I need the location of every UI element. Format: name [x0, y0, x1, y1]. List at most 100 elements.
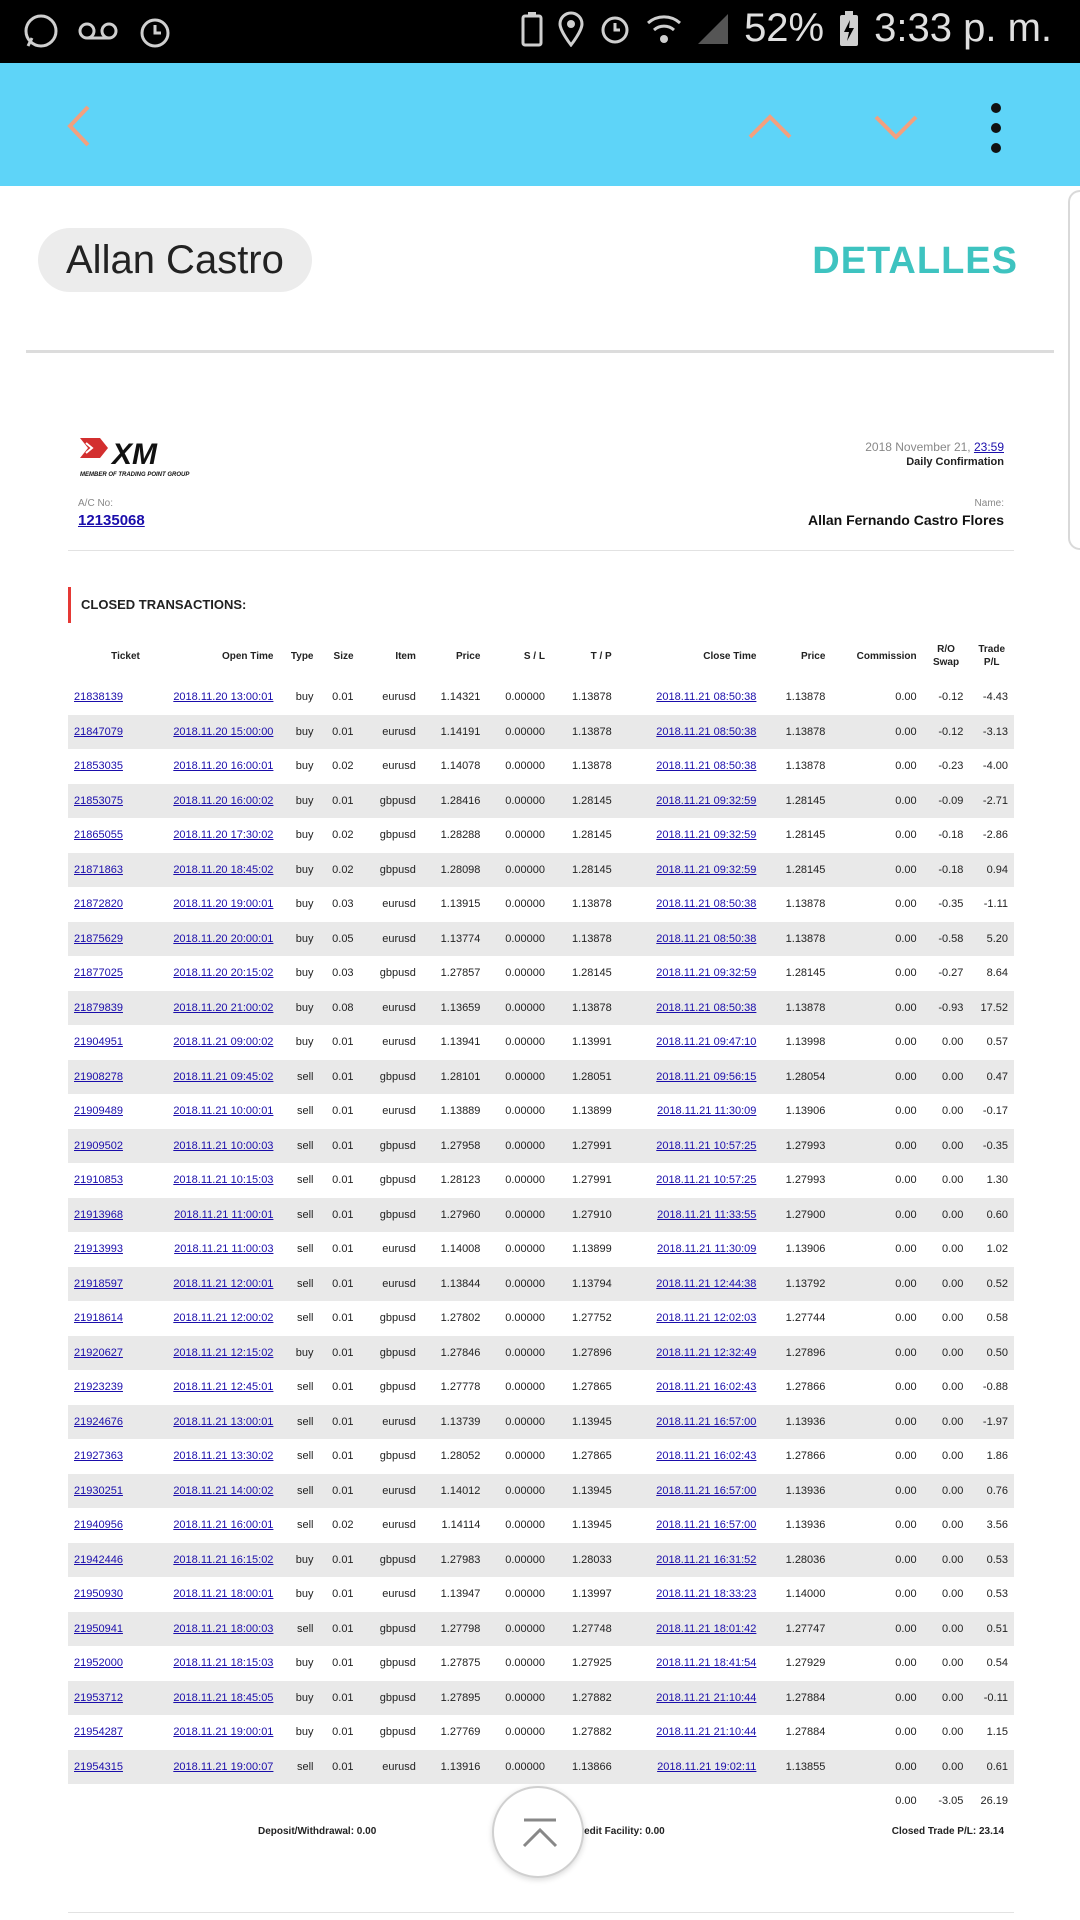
- time-link[interactable]: 2018.11.21 18:45:05: [173, 1692, 273, 1704]
- ticket-link[interactable]: 21930251: [74, 1485, 123, 1497]
- time-link[interactable]: 2018.11.21 18:33:23: [656, 1588, 756, 1600]
- details-button[interactable]: DETALLES: [812, 240, 1018, 283]
- time-link[interactable]: 2018.11.21 12:02:03: [656, 1312, 756, 1324]
- document-time-link[interactable]: 23:59: [974, 440, 1004, 454]
- time-link[interactable]: 2018.11.21 10:15:03: [173, 1174, 273, 1186]
- time-link[interactable]: 2018.11.21 21:10:44: [656, 1726, 756, 1738]
- ticket-link[interactable]: 21872820: [74, 898, 123, 910]
- time-link[interactable]: 2018.11.21 08:50:38: [656, 1002, 756, 1014]
- ticket-link[interactable]: 21871863: [74, 864, 123, 876]
- ticket-link[interactable]: 21924676: [74, 1416, 123, 1428]
- time-link[interactable]: 2018.11.21 16:15:02: [173, 1554, 273, 1566]
- time-link[interactable]: 2018.11.21 16:57:00: [656, 1519, 756, 1531]
- time-link[interactable]: 2018.11.21 09:32:59: [656, 864, 756, 876]
- time-link[interactable]: 2018.11.21 09:00:02: [173, 1036, 273, 1048]
- ticket-link[interactable]: 21853075: [74, 795, 123, 807]
- time-link[interactable]: 2018.11.21 21:10:44: [656, 1692, 756, 1704]
- time-link[interactable]: 2018.11.21 12:45:01: [173, 1381, 273, 1393]
- ticket-link[interactable]: 21950930: [74, 1588, 123, 1600]
- ticket-link[interactable]: 21920627: [74, 1347, 123, 1359]
- ticket-link[interactable]: 21908278: [74, 1071, 123, 1083]
- ticket-link[interactable]: 21879839: [74, 1002, 123, 1014]
- ticket-link[interactable]: 21927363: [74, 1450, 123, 1462]
- time-link[interactable]: 2018.11.21 13:30:02: [173, 1450, 273, 1462]
- time-link[interactable]: 2018.11.21 18:00:01: [173, 1588, 273, 1600]
- ticket-link[interactable]: 21865055: [74, 829, 123, 841]
- time-link[interactable]: 2018.11.21 19:00:07: [173, 1761, 273, 1773]
- time-link[interactable]: 2018.11.20 16:00:01: [173, 760, 273, 772]
- time-link[interactable]: 2018.11.20 16:00:02: [173, 795, 273, 807]
- ticket-link[interactable]: 21853035: [74, 760, 123, 772]
- time-link[interactable]: 2018.11.21 11:30:09: [657, 1243, 756, 1255]
- time-link[interactable]: 2018.11.20 13:00:01: [173, 691, 273, 703]
- edge-panel-handle[interactable]: [1068, 190, 1080, 550]
- ticket-link[interactable]: 21904951: [74, 1036, 123, 1048]
- time-link[interactable]: 2018.11.21 16:02:43: [656, 1381, 756, 1393]
- time-link[interactable]: 2018.11.21 16:00:01: [173, 1519, 273, 1531]
- chevron-up-icon[interactable]: [746, 103, 794, 151]
- ticket-link[interactable]: 21913993: [74, 1243, 123, 1255]
- time-link[interactable]: 2018.11.21 16:57:00: [656, 1416, 756, 1428]
- time-link[interactable]: 2018.11.21 12:15:02: [173, 1347, 273, 1359]
- time-link[interactable]: 2018.11.21 09:32:59: [656, 967, 756, 979]
- ticket-link[interactable]: 21954287: [74, 1726, 123, 1738]
- time-link[interactable]: 2018.11.21 12:44:38: [656, 1278, 756, 1290]
- ticket-link[interactable]: 21942446: [74, 1554, 123, 1566]
- time-link[interactable]: 2018.11.20 19:00:01: [173, 898, 273, 910]
- time-link[interactable]: 2018.11.21 16:02:43: [656, 1450, 756, 1462]
- time-link[interactable]: 2018.11.21 09:45:02: [173, 1071, 273, 1083]
- time-link[interactable]: 2018.11.21 16:31:52: [656, 1554, 756, 1566]
- time-link[interactable]: 2018.11.21 16:57:00: [656, 1485, 756, 1497]
- time-link[interactable]: 2018.11.21 10:57:25: [656, 1174, 756, 1186]
- time-link[interactable]: 2018.11.20 20:15:02: [173, 967, 273, 979]
- time-link[interactable]: 2018.11.21 11:30:09: [657, 1105, 756, 1117]
- ticket-link[interactable]: 21838139: [74, 691, 123, 703]
- time-link[interactable]: 2018.11.20 18:45:02: [173, 864, 273, 876]
- time-link[interactable]: 2018.11.20 15:00:00: [173, 726, 273, 738]
- ticket-link[interactable]: 21875629: [74, 933, 123, 945]
- ticket-link[interactable]: 21909489: [74, 1105, 123, 1117]
- ticket-link[interactable]: 21877025: [74, 967, 123, 979]
- ticket-link[interactable]: 21940956: [74, 1519, 123, 1531]
- time-link[interactable]: 2018.11.21 12:00:02: [173, 1312, 273, 1324]
- time-link[interactable]: 2018.11.21 18:41:54: [656, 1657, 756, 1669]
- time-link[interactable]: 2018.11.20 17:30:02: [173, 829, 273, 841]
- time-link[interactable]: 2018.11.21 08:50:38: [656, 760, 756, 772]
- sender-name-chip[interactable]: Allan Castro: [38, 228, 312, 292]
- time-link[interactable]: 2018.11.20 20:00:01: [173, 933, 273, 945]
- time-link[interactable]: 2018.11.21 08:50:38: [656, 898, 756, 910]
- ticket-link[interactable]: 21952000: [74, 1657, 123, 1669]
- time-link[interactable]: 2018.11.21 13:00:01: [173, 1416, 273, 1428]
- ticket-link[interactable]: 21913968: [74, 1209, 123, 1221]
- ticket-link[interactable]: 21918597: [74, 1278, 123, 1290]
- ticket-link[interactable]: 21950941: [74, 1623, 123, 1635]
- ticket-link[interactable]: 21953712: [74, 1692, 123, 1704]
- time-link[interactable]: 2018.11.21 14:00:02: [173, 1485, 273, 1497]
- time-link[interactable]: 2018.11.21 19:02:11: [657, 1761, 756, 1773]
- time-link[interactable]: 2018.11.21 18:00:03: [173, 1623, 273, 1635]
- time-link[interactable]: 2018.11.21 11:00:01: [174, 1209, 273, 1221]
- time-link[interactable]: 2018.11.21 18:01:42: [656, 1623, 756, 1635]
- chevron-down-icon[interactable]: [872, 103, 920, 151]
- ticket-link[interactable]: 21909502: [74, 1140, 123, 1152]
- account-number-link[interactable]: 12135068: [78, 512, 145, 529]
- back-arrow-icon[interactable]: [56, 101, 106, 151]
- time-link[interactable]: 2018.11.21 09:32:59: [656, 829, 756, 841]
- time-link[interactable]: 2018.11.21 18:15:03: [173, 1657, 273, 1669]
- time-link[interactable]: 2018.11.21 11:33:55: [657, 1209, 756, 1221]
- time-link[interactable]: 2018.11.21 10:57:25: [656, 1140, 756, 1152]
- ticket-link[interactable]: 21847079: [74, 726, 123, 738]
- time-link[interactable]: 2018.11.21 10:00:01: [173, 1105, 273, 1117]
- time-link[interactable]: 2018.11.21 10:00:03: [173, 1140, 273, 1152]
- time-link[interactable]: 2018.11.21 09:32:59: [656, 795, 756, 807]
- time-link[interactable]: 2018.11.21 09:47:10: [656, 1036, 756, 1048]
- time-link[interactable]: 2018.11.21 19:00:01: [173, 1726, 273, 1738]
- time-link[interactable]: 2018.11.21 11:00:03: [174, 1243, 273, 1255]
- time-link[interactable]: 2018.11.21 08:50:38: [656, 726, 756, 738]
- scroll-to-top-button[interactable]: [492, 1786, 584, 1878]
- time-link[interactable]: 2018.11.21 09:56:15: [656, 1071, 756, 1083]
- ticket-link[interactable]: 21918614: [74, 1312, 123, 1324]
- more-vert-icon[interactable]: [986, 103, 1006, 153]
- time-link[interactable]: 2018.11.21 08:50:38: [656, 691, 756, 703]
- ticket-link[interactable]: 21923239: [74, 1381, 123, 1393]
